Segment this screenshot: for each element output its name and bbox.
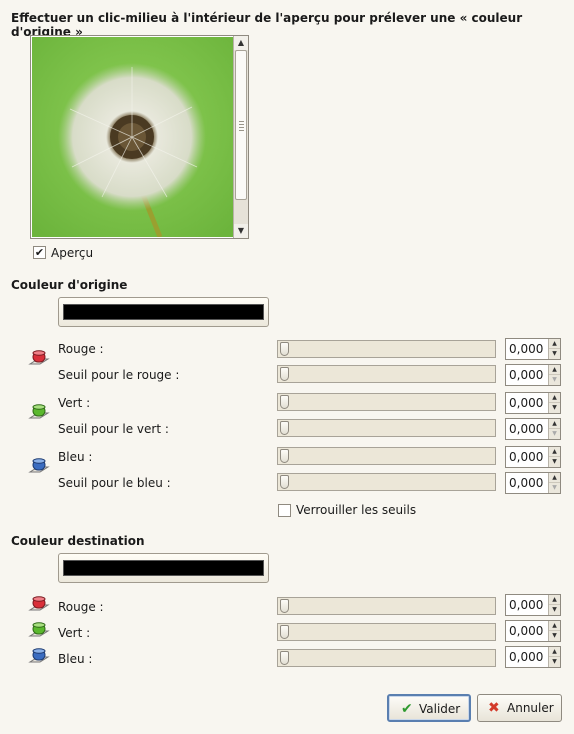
source-blue-label: Bleu : <box>58 450 93 464</box>
destination-color-swatch <box>63 560 264 576</box>
ok-button[interactable]: ✔ Valider <box>387 694 471 722</box>
cancel-icon: ✖ <box>488 700 500 716</box>
cancel-button[interactable]: ✖ Annuler <box>477 694 562 722</box>
source-green-threshold-spinbutton[interactable]: 0,000 ▲ ▼ <box>505 418 561 440</box>
blue-channel-icon <box>28 648 50 663</box>
green-channel-icon <box>28 404 50 419</box>
destination-green-spinbutton[interactable]: 0,000 ▲ ▼ <box>505 620 561 642</box>
source-blue-spinbutton[interactable]: 0,000 ▲ ▼ <box>505 446 561 468</box>
source-red-threshold-slider[interactable] <box>277 365 496 383</box>
scroll-thumb[interactable] <box>235 50 247 200</box>
destination-color-title: Couleur destination <box>11 534 145 548</box>
preview-scrollbar[interactable]: ▲ ▼ <box>233 36 248 238</box>
destination-red-slider[interactable] <box>277 597 496 615</box>
ok-button-label: Valider <box>419 702 461 716</box>
destination-blue-spinbutton[interactable]: 0,000 ▲ ▼ <box>505 646 561 668</box>
source-red-slider[interactable] <box>277 340 496 358</box>
source-blue-slider[interactable] <box>277 447 496 465</box>
destination-color-button[interactable] <box>58 553 269 583</box>
source-red-threshold-label: Seuil pour le rouge : <box>58 368 180 382</box>
scroll-down-icon[interactable]: ▼ <box>234 224 248 238</box>
source-green-threshold-slider[interactable] <box>277 419 496 437</box>
destination-red-spinbutton[interactable]: 0,000 ▲ ▼ <box>505 594 561 616</box>
dandelion-image <box>32 37 234 237</box>
source-red-spinbutton[interactable]: 0,000 ▲ ▼ <box>505 338 561 360</box>
source-color-title: Couleur d'origine <box>11 278 128 292</box>
preview-image[interactable] <box>32 37 234 237</box>
destination-green-slider[interactable] <box>277 623 496 641</box>
source-color-swatch <box>63 304 264 320</box>
red-channel-icon <box>28 350 50 365</box>
source-blue-threshold-spinbutton[interactable]: 0,000 ▲ ▼ <box>505 472 561 494</box>
source-green-threshold-label: Seuil pour le vert : <box>58 422 169 436</box>
red-channel-icon <box>28 596 50 611</box>
preview-checkbox[interactable]: ✔ <box>33 246 46 259</box>
destination-green-label: Vert : <box>58 626 91 640</box>
source-green-spinbutton[interactable]: 0,000 ▲ ▼ <box>505 392 561 414</box>
blue-channel-icon <box>28 458 50 473</box>
check-icon: ✔ <box>401 701 413 717</box>
source-green-slider[interactable] <box>277 393 496 411</box>
source-red-label: Rouge : <box>58 342 104 356</box>
source-blue-threshold-slider[interactable] <box>277 473 496 491</box>
green-channel-icon <box>28 622 50 637</box>
cancel-button-label: Annuler <box>507 701 554 715</box>
source-green-label: Vert : <box>58 396 91 410</box>
source-red-threshold-spinbutton[interactable]: 0,000 ▲ ▼ <box>505 364 561 386</box>
lock-thresholds-checkbox[interactable] <box>278 504 291 517</box>
preview-area[interactable]: ▲ ▼ <box>30 35 249 239</box>
destination-blue-label: Bleu : <box>58 652 93 666</box>
preview-checkbox-label[interactable]: Aperçu <box>51 246 93 260</box>
source-blue-threshold-label: Seuil pour le bleu : <box>58 476 171 490</box>
lock-thresholds-label[interactable]: Verrouiller les seuils <box>296 503 416 517</box>
source-color-button[interactable] <box>58 297 269 327</box>
destination-blue-slider[interactable] <box>277 649 496 667</box>
destination-red-label: Rouge : <box>58 600 104 614</box>
scroll-up-icon[interactable]: ▲ <box>234 36 248 50</box>
